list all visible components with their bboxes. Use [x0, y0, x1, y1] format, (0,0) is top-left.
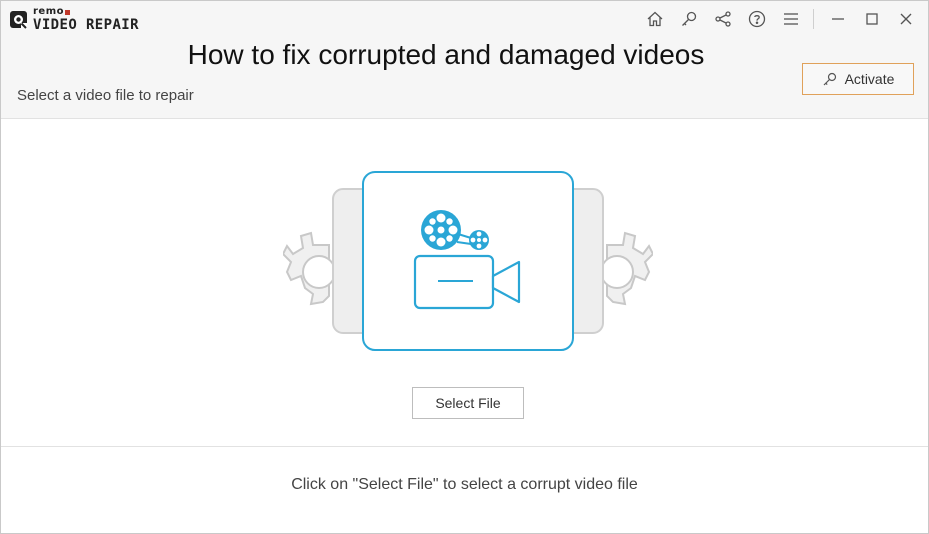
instruction-subtitle: Select a video file to repair	[17, 87, 194, 104]
close-icon	[900, 13, 912, 25]
home-button[interactable]	[641, 7, 669, 31]
activate-label: Activate	[844, 71, 895, 87]
activate-button[interactable]: Activate	[802, 63, 914, 95]
maximize-button[interactable]	[858, 7, 886, 31]
minimize-icon	[832, 18, 844, 20]
right-gear-icon	[600, 231, 653, 306]
title-bar: remo VIDEO REPAIR	[1, 1, 928, 37]
header-panel: How to fix corrupted and damaged videos …	[1, 37, 928, 119]
key-icon	[823, 72, 836, 86]
logo-product-name: VIDEO REPAIR	[33, 17, 139, 33]
video-repair-illustration	[283, 171, 653, 351]
close-button[interactable]	[892, 7, 920, 31]
select-file-button[interactable]: Select File	[412, 387, 524, 419]
titlebar-controls	[635, 7, 920, 31]
share-icon	[715, 11, 731, 27]
minimize-button[interactable]	[824, 7, 852, 31]
page-title: How to fix corrupted and damaged videos	[187, 39, 705, 70]
footer-panel: Click on "Select File" to select a corru…	[1, 446, 928, 533]
logo-mark-icon	[10, 10, 27, 29]
select-file-hint: Click on "Select File" to select a corru…	[291, 476, 638, 493]
logo-brand: remo	[33, 7, 139, 17]
help-button[interactable]	[743, 7, 771, 31]
key-icon	[682, 11, 697, 26]
share-button[interactable]	[709, 7, 737, 31]
help-icon	[748, 10, 766, 28]
main-content: Select File	[1, 120, 928, 446]
maximize-icon	[866, 13, 878, 25]
app-logo: remo VIDEO REPAIR	[9, 7, 139, 32]
titlebar-divider	[813, 9, 814, 29]
menu-button[interactable]	[777, 7, 805, 31]
key-button[interactable]	[675, 7, 703, 31]
app-window: remo VIDEO REPAIR How to fix corrupted a…	[0, 0, 929, 534]
home-icon	[647, 11, 663, 27]
menu-icon	[784, 13, 798, 25]
left-gear-icon	[283, 231, 336, 306]
